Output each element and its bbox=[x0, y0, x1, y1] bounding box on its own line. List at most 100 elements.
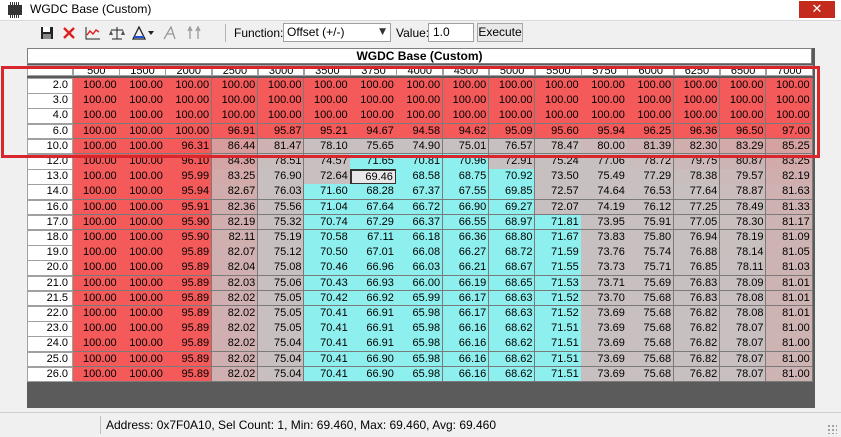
table-cell[interactable]: 75.91 bbox=[627, 214, 675, 231]
table-cell[interactable]: 95.94 bbox=[165, 184, 213, 201]
table-cell[interactable]: 75.04 bbox=[257, 366, 305, 383]
table-cell[interactable]: 71.51 bbox=[535, 321, 582, 337]
table-cell[interactable]: 70.50 bbox=[304, 245, 351, 261]
table-cell[interactable]: 83.25 bbox=[211, 169, 259, 185]
interpolate-button[interactable] bbox=[130, 23, 156, 43]
table-cell[interactable]: 78.19 bbox=[719, 230, 767, 246]
table-cell[interactable]: 75.32 bbox=[257, 214, 305, 231]
table-cell[interactable]: 75.05 bbox=[257, 306, 305, 322]
table-cell[interactable]: 95.89 bbox=[165, 260, 213, 277]
table-cell[interactable]: 81.63 bbox=[766, 184, 813, 201]
table-cell[interactable]: 81.00 bbox=[766, 321, 813, 337]
table-cell[interactable]: 71.51 bbox=[535, 366, 582, 383]
row-header[interactable]: 26.0 bbox=[27, 366, 73, 383]
table-cell[interactable]: 100.00 bbox=[119, 351, 166, 368]
table-cell[interactable]: 76.53 bbox=[627, 184, 675, 201]
table-cell[interactable]: 82.67 bbox=[211, 184, 259, 201]
table-cell[interactable]: 73.76 bbox=[581, 245, 628, 261]
table-cell[interactable]: 66.37 bbox=[396, 214, 444, 231]
table-cell[interactable]: 66.91 bbox=[350, 306, 397, 322]
table-cell[interactable]: 71.51 bbox=[535, 336, 582, 353]
table-cell[interactable]: 82.19 bbox=[211, 214, 259, 231]
table-cell[interactable]: 95.89 bbox=[165, 351, 213, 368]
graph-button[interactable] bbox=[83, 23, 103, 43]
table-cell[interactable]: 73.83 bbox=[581, 230, 628, 246]
table-cell[interactable]: 73.95 bbox=[581, 214, 628, 231]
table-cell[interactable]: 78.08 bbox=[719, 290, 767, 307]
table-cell[interactable]: 81.33 bbox=[766, 199, 813, 216]
table-cell[interactable]: 74.19 bbox=[581, 199, 628, 216]
execute-button[interactable]: Execute bbox=[477, 23, 523, 42]
table-cell[interactable]: 66.72 bbox=[396, 199, 444, 216]
table-cell[interactable]: 66.17 bbox=[442, 306, 490, 322]
table-cell[interactable]: 66.16 bbox=[442, 336, 490, 353]
table-cell[interactable]: 75.68 bbox=[627, 321, 675, 337]
table-cell[interactable]: 82.03 bbox=[211, 275, 259, 292]
table-cell[interactable]: 75.68 bbox=[627, 366, 675, 383]
table-cell[interactable]: 73.69 bbox=[581, 351, 628, 368]
table-cell[interactable]: 78.07 bbox=[719, 366, 767, 383]
table-cell[interactable]: 100.00 bbox=[119, 260, 166, 277]
table-cell[interactable]: 71.51 bbox=[535, 351, 582, 368]
table-cell[interactable]: 70.41 bbox=[304, 306, 351, 322]
table-cell[interactable]: 70.92 bbox=[488, 169, 536, 185]
table-cell[interactable]: 100.00 bbox=[73, 184, 120, 201]
row-header[interactable]: 23.0 bbox=[27, 321, 73, 337]
table-cell[interactable]: 76.90 bbox=[257, 169, 305, 185]
table-cell[interactable]: 74.64 bbox=[581, 184, 628, 201]
table-cell[interactable]: 70.46 bbox=[304, 260, 351, 277]
table-cell[interactable]: 70.41 bbox=[304, 366, 351, 383]
table-cell[interactable]: 75.68 bbox=[627, 306, 675, 322]
table-cell[interactable]: 78.07 bbox=[719, 336, 767, 353]
table-cell[interactable]: 77.29 bbox=[627, 169, 675, 185]
table-cell[interactable]: 100.00 bbox=[119, 214, 166, 231]
table-cell[interactable]: 81.00 bbox=[766, 351, 813, 368]
selected-cell[interactable]: 69.46 bbox=[350, 169, 397, 185]
table-cell[interactable]: 71.60 bbox=[304, 184, 351, 201]
value-input[interactable]: 1.0 bbox=[428, 23, 474, 42]
table-cell[interactable]: 66.16 bbox=[442, 351, 490, 368]
table-cell[interactable]: 82.02 bbox=[211, 306, 259, 322]
table-cell[interactable]: 71.53 bbox=[535, 275, 582, 292]
table-cell[interactable]: 73.69 bbox=[581, 321, 628, 337]
table-cell[interactable]: 81.09 bbox=[766, 230, 813, 246]
table-cell[interactable]: 100.00 bbox=[119, 169, 166, 185]
table-cell[interactable]: 95.89 bbox=[165, 366, 213, 383]
table-cell[interactable]: 66.91 bbox=[350, 336, 397, 353]
table-cell[interactable]: 100.00 bbox=[73, 306, 120, 322]
table-cell[interactable]: 71.55 bbox=[535, 260, 582, 277]
table-cell[interactable]: 95.89 bbox=[165, 336, 213, 353]
table-cell[interactable]: 100.00 bbox=[119, 306, 166, 322]
table-cell[interactable]: 76.12 bbox=[627, 199, 675, 216]
table-cell[interactable]: 100.00 bbox=[73, 245, 120, 261]
table-cell[interactable]: 82.04 bbox=[211, 260, 259, 277]
table-cell[interactable]: 75.68 bbox=[627, 290, 675, 307]
table-cell[interactable]: 69.27 bbox=[488, 199, 536, 216]
table-cell[interactable]: 66.36 bbox=[442, 230, 490, 246]
table-cell[interactable]: 81.01 bbox=[766, 306, 813, 322]
table-cell[interactable]: 76.03 bbox=[257, 184, 305, 201]
table-cell[interactable]: 95.89 bbox=[165, 321, 213, 337]
table-cell[interactable]: 100.00 bbox=[119, 321, 166, 337]
table-cell[interactable]: 68.67 bbox=[488, 260, 536, 277]
table-cell[interactable]: 66.96 bbox=[350, 260, 397, 277]
table-cell[interactable]: 100.00 bbox=[73, 336, 120, 353]
table-cell[interactable]: 100.00 bbox=[119, 245, 166, 261]
table-cell[interactable]: 95.90 bbox=[165, 214, 213, 231]
table-cell[interactable]: 100.00 bbox=[73, 321, 120, 337]
table-cell[interactable]: 70.41 bbox=[304, 321, 351, 337]
table-cell[interactable]: 82.02 bbox=[211, 366, 259, 383]
table-cell[interactable]: 75.68 bbox=[627, 351, 675, 368]
row-header[interactable]: 18.0 bbox=[27, 230, 73, 246]
table-cell[interactable]: 70.58 bbox=[304, 230, 351, 246]
table-cell[interactable]: 95.89 bbox=[165, 290, 213, 307]
table-cell[interactable]: 95.91 bbox=[165, 199, 213, 216]
table-cell[interactable]: 69.85 bbox=[488, 184, 536, 201]
row-header[interactable]: 14.0 bbox=[27, 184, 73, 201]
table-cell[interactable]: 81.05 bbox=[766, 245, 813, 261]
table-cell[interactable]: 75.05 bbox=[257, 321, 305, 337]
table-cell[interactable]: 67.11 bbox=[350, 230, 397, 246]
table-cell[interactable]: 77.05 bbox=[673, 214, 721, 231]
table-cell[interactable]: 65.98 bbox=[396, 336, 444, 353]
table-cell[interactable]: 73.70 bbox=[581, 290, 628, 307]
